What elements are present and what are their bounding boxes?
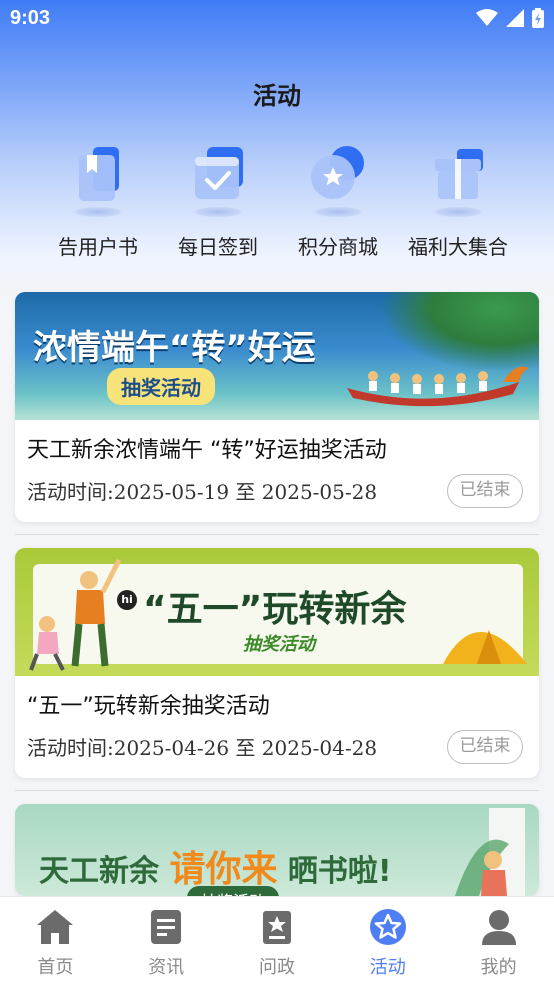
tent-illustration [443,630,527,664]
activity-banner-image: 天工新余 请你来 晒书啦! 抽奖活动 [15,804,539,896]
banner-headline: “五一”玩转新余 [143,589,407,630]
quick-link-label: 每日签到 [178,235,258,259]
profile-icon [481,910,516,945]
activity-card-body: 天工新余浓情端午 “转”好运抽奖活动 活动时间:2025-05-19 至 202… [15,420,539,522]
status-icons [476,8,544,28]
status-bar: 9:03 [0,0,554,38]
divider [15,534,539,535]
quick-links: 告用户书 每日签到 积分商城 福利大集合 [38,143,518,260]
book-icon [63,143,133,217]
status-badge: 已结束 [447,730,523,764]
banner-tag: 抽奖活动 [187,886,280,896]
activity-title: “五一”玩转新余抽奖活动 [27,694,270,719]
tab-home[interactable]: 首页 [0,897,111,984]
wifi-icon [476,9,498,26]
tab-label: 活动 [369,957,406,978]
star-coin-icon [303,143,373,217]
inquiry-icon [262,911,291,944]
tab-activity[interactable]: 活动 [332,897,443,984]
bottom-tab-bar: 首页 资讯 问政 活动 我的 [0,896,554,984]
activity-card-body: “五一”玩转新余抽奖活动 活动时间:2025-04-26 至 2025-04-2… [15,676,539,778]
calendar-check-icon [183,143,253,217]
banner-headline-highlight: 请你来 [169,849,278,890]
status-time: 9:03 [10,7,51,29]
tab-profile[interactable]: 我的 [443,897,554,984]
activity-banner-image: 浓情端午“转”好运 抽奖活动 [15,292,539,420]
home-icon [37,910,74,944]
activity-card[interactable]: 天工新余 请你来 晒书啦! 抽奖活动 [15,804,539,896]
quick-link-daily-checkin[interactable]: 每日签到 [158,143,278,260]
quick-link-points-mall[interactable]: 积分商城 [278,143,398,260]
divider [15,790,539,791]
banner-tag: 抽奖活动 [107,368,215,405]
activity-time: 活动时间:2025-04-26 至 2025-04-28 [27,736,378,760]
page-title: 活动 [253,82,301,110]
tab-label: 我的 [480,957,517,978]
gift-icon [423,143,493,217]
tab-label: 资讯 [148,957,185,978]
activity-card[interactable]: hi “五一”玩转新余 抽奖活动 “五一”玩转新余抽奖活动 活动时间:2025-… [15,548,539,778]
banner-headline: 浓情端午“转”好运 [33,328,316,368]
dragon-boat-illustration [347,366,529,407]
activity-title: 天工新余浓情端午 “转”好运抽奖活动 [27,438,387,463]
status-badge: 已结束 [447,474,523,508]
banner-tag: 抽奖活动 [243,634,315,655]
tab-inquiry[interactable]: 问政 [222,897,333,984]
tab-news[interactable]: 资讯 [111,897,222,984]
quick-link-label: 积分商城 [298,235,378,259]
hiker-illustration [29,558,122,671]
activity-banner-image: hi “五一”玩转新余 抽奖活动 [15,548,539,676]
banner-headline-part: 晒书啦! [287,854,392,889]
battery-icon [532,8,544,28]
banner-headline-part: 天工新余 [39,854,159,889]
activity-card[interactable]: 浓情端午“转”好运 抽奖活动 天工新余浓情端午 “转”好运抽奖活动 活动时间:2… [15,292,539,522]
tab-label: 问政 [258,957,295,978]
quick-link-user-letter[interactable]: 告用户书 [38,143,158,260]
news-icon [151,910,182,944]
activity-time: 活动时间:2025-05-19 至 2025-05-28 [27,480,378,504]
signal-icon [506,9,524,27]
banner-hi: hi [117,590,137,610]
banner-headline: 天工新余 请你来 晒书啦! [39,840,392,892]
quick-link-label: 告用户书 [58,235,138,259]
quick-link-label: 福利大集合 [408,235,508,259]
tab-label: 首页 [37,957,74,978]
quick-link-benefits[interactable]: 福利大集合 [398,143,518,260]
reader-illustration [455,808,525,896]
activity-star-icon [369,909,406,945]
